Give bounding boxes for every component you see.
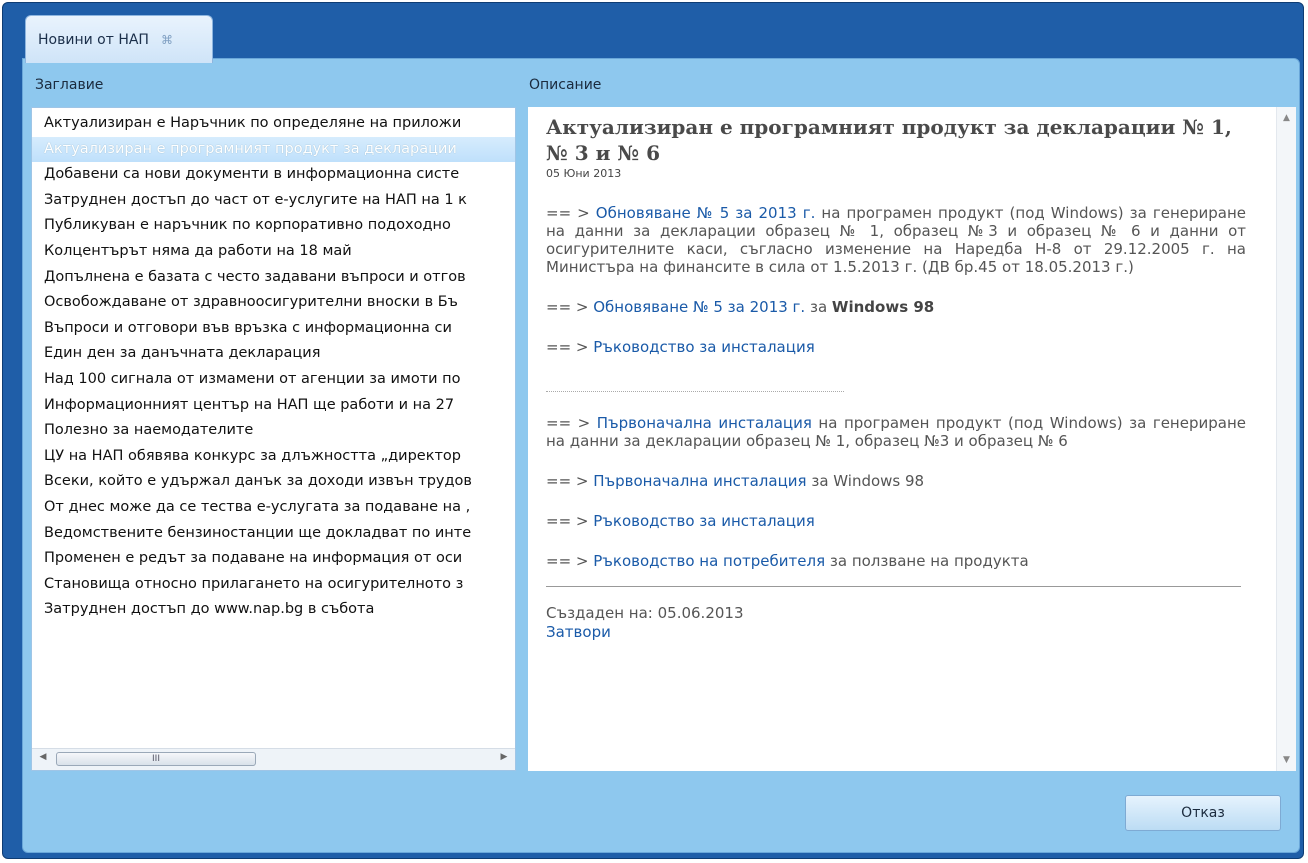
arrow-prefix: == >: [546, 472, 594, 490]
list-item-label: Един ден за данъчната декларация: [44, 345, 321, 362]
horizontal-scrollbar[interactable]: ◀ III ▶: [32, 748, 515, 770]
list-item[interactable]: Един ден за данъчната декларация: [32, 341, 515, 367]
list-item-label: Добавени са нови документи в информацион…: [44, 166, 460, 183]
windows98-label: Windows 98: [831, 298, 935, 316]
paragraph-update-win98: == > Обновяване № 5 за 2013 г. за Window…: [546, 298, 1246, 316]
arrow-prefix: == >: [546, 552, 594, 570]
title-column-header: Заглавие: [35, 77, 104, 93]
list-item[interactable]: Всеки, който е удържал данък за доходи и…: [32, 469, 515, 495]
list-item-label: ЦУ на НАП обявява конкурс за длъжността …: [44, 447, 461, 464]
content-panel: Заглавие Описание Актуализиран е Наръчни…: [22, 58, 1300, 853]
list-item-label: Всеки, който е удържал данък за доходи и…: [44, 473, 472, 490]
arrow-prefix: == >: [546, 204, 596, 222]
list-item-label: Публикуван е наръчник по корпоративно по…: [44, 217, 451, 234]
paragraph-initial-install: == > Първоначална инсталация на програме…: [546, 414, 1246, 450]
list-item-label: Колцентърът няма да работи на 18 май: [44, 242, 352, 259]
list-item[interactable]: Ведомствените бензиностанции ще докладва…: [32, 521, 515, 547]
list-item-label: Освобождаване от здравноосигурителни вно…: [44, 294, 458, 311]
list-item-label: Въпроси и отговори във връзка с информац…: [44, 319, 452, 336]
list-item[interactable]: Въпроси и отговори във връзка с информац…: [32, 316, 515, 342]
arrow-prefix: == >: [546, 298, 594, 316]
update-link[interactable]: Обновяване № 5 за 2013 г.: [596, 204, 816, 222]
close-tab-icon[interactable]: ⌘: [161, 33, 173, 47]
paragraph-install-guide: == > Ръководство за инсталация: [546, 338, 1246, 356]
user-guide-link[interactable]: Ръководство на потребителя: [593, 552, 825, 570]
list-item[interactable]: Актуализиран е Наръчник по определяне на…: [32, 111, 515, 137]
list-item-label: Становища относно прилагането на осигури…: [44, 575, 464, 592]
list-item-label: От днес може да се тества е-услугата за …: [44, 498, 471, 515]
list-item[interactable]: Затруднен достъп до www.nap.bg в събота: [32, 597, 515, 623]
list-item[interactable]: Полезно за наемодателите: [32, 418, 515, 444]
tab-news[interactable]: Новини от НАП ⌘: [25, 15, 213, 63]
install-guide-link[interactable]: Ръководство за инсталация: [593, 338, 814, 356]
arrow-prefix: == >: [546, 512, 594, 530]
news-list-items: Актуализиран е Наръчник по определяне на…: [32, 108, 515, 623]
solid-separator: [546, 586, 1241, 587]
list-item[interactable]: От днес може да се тества е-услугата за …: [32, 495, 515, 521]
scroll-down-icon[interactable]: ▼: [1277, 755, 1296, 765]
install-guide-link-2[interactable]: Ръководство за инсталация: [593, 512, 814, 530]
paragraph-text: за Windows 98: [806, 472, 925, 490]
close-link[interactable]: Затвори: [546, 623, 1246, 641]
paragraph-initial-install-win98: == > Първоначална инсталация за Windows …: [546, 472, 1246, 490]
list-item[interactable]: ЦУ на НАП обявява конкурс за длъжността …: [32, 444, 515, 470]
arrow-prefix: == >: [546, 338, 594, 356]
initial-install-win98-link[interactable]: Първоначална инсталация: [593, 472, 806, 490]
list-item[interactable]: Становища относно прилагането на осигури…: [32, 572, 515, 598]
list-item[interactable]: Актуализиран е програмният продукт за де…: [32, 136, 515, 163]
list-item-label: Информационният център на НАП ще работи …: [44, 396, 455, 413]
list-item[interactable]: Освобождаване от здравноосигурителни вно…: [32, 290, 515, 316]
list-item-label: Затруднен достъп до част от е-услугите н…: [44, 191, 467, 208]
list-item-label: Променен е редът за подаване на информац…: [44, 550, 463, 567]
list-item-label: Полезно за наемодателите: [44, 422, 254, 439]
list-item[interactable]: Затруднен достъп до част от е-услугите н…: [32, 188, 515, 214]
created-date: Създаден на: 05.06.2013: [546, 604, 744, 622]
scroll-right-icon[interactable]: ▶: [497, 752, 511, 762]
paragraph-text: за: [805, 298, 832, 316]
list-item[interactable]: Допълнена е базата с често задавани въпр…: [32, 265, 515, 291]
list-item[interactable]: Добавени са нови документи в информацион…: [32, 162, 515, 188]
paragraph-install-guide-2: == > Ръководство за инсталация: [546, 512, 1246, 530]
paragraph-user-guide: == > Ръководство на потребителя за ползв…: [546, 552, 1246, 570]
scroll-thumb[interactable]: III: [56, 752, 256, 766]
list-item-label: Ведомствените бензиностанции ще докладва…: [44, 524, 472, 541]
vertical-scrollbar[interactable]: ▲ ▼: [1276, 107, 1296, 771]
cancel-button[interactable]: Отказ: [1125, 795, 1281, 831]
list-item[interactable]: Публикуван е наръчник по корпоративно по…: [32, 213, 515, 239]
description-column-header: Описание: [529, 77, 602, 93]
news-list[interactable]: Актуализиран е Наръчник по определяне на…: [31, 107, 516, 771]
scroll-up-icon[interactable]: ▲: [1277, 113, 1296, 123]
list-item[interactable]: Информационният център на НАП ще работи …: [32, 393, 515, 419]
scroll-left-icon[interactable]: ◀: [36, 752, 50, 762]
news-title: Актуализиран е програмният продукт за де…: [546, 115, 1232, 165]
list-item[interactable]: Над 100 сигнала от измамени от агенции з…: [32, 367, 515, 393]
initial-install-link[interactable]: Първоначална инсталация: [597, 414, 812, 432]
list-item-label: Допълнена е базата с често задавани въпр…: [44, 268, 466, 285]
paragraph-update: == > Обновяване № 5 за 2013 г. на програ…: [546, 204, 1246, 276]
description-panel: Актуализиран е програмният продукт за де…: [528, 107, 1296, 771]
dotted-separator: [546, 391, 844, 392]
list-item[interactable]: Колцентърът няма да работи на 18 май: [32, 239, 515, 265]
tab-title: Новини от НАП: [38, 31, 149, 48]
list-item-label: Актуализиран е програмният продукт за де…: [44, 140, 457, 157]
list-item-label: Затруднен достъп до www.nap.bg в събота: [44, 601, 375, 618]
update-win98-link[interactable]: Обновяване № 5 за 2013 г.: [593, 298, 805, 316]
description-content: Актуализиран е програмният продукт за де…: [546, 107, 1246, 641]
list-item[interactable]: Променен е редът за подаване на информац…: [32, 546, 515, 572]
arrow-prefix: == >: [546, 414, 597, 432]
list-item-label: Над 100 сигнала от измамени от агенции з…: [44, 370, 461, 387]
paragraph-text: за ползване на продукта: [825, 552, 1029, 570]
list-item-label: Актуализиран е Наръчник по определяне на…: [44, 115, 462, 131]
news-date: 05 Юни 2013: [546, 167, 622, 180]
